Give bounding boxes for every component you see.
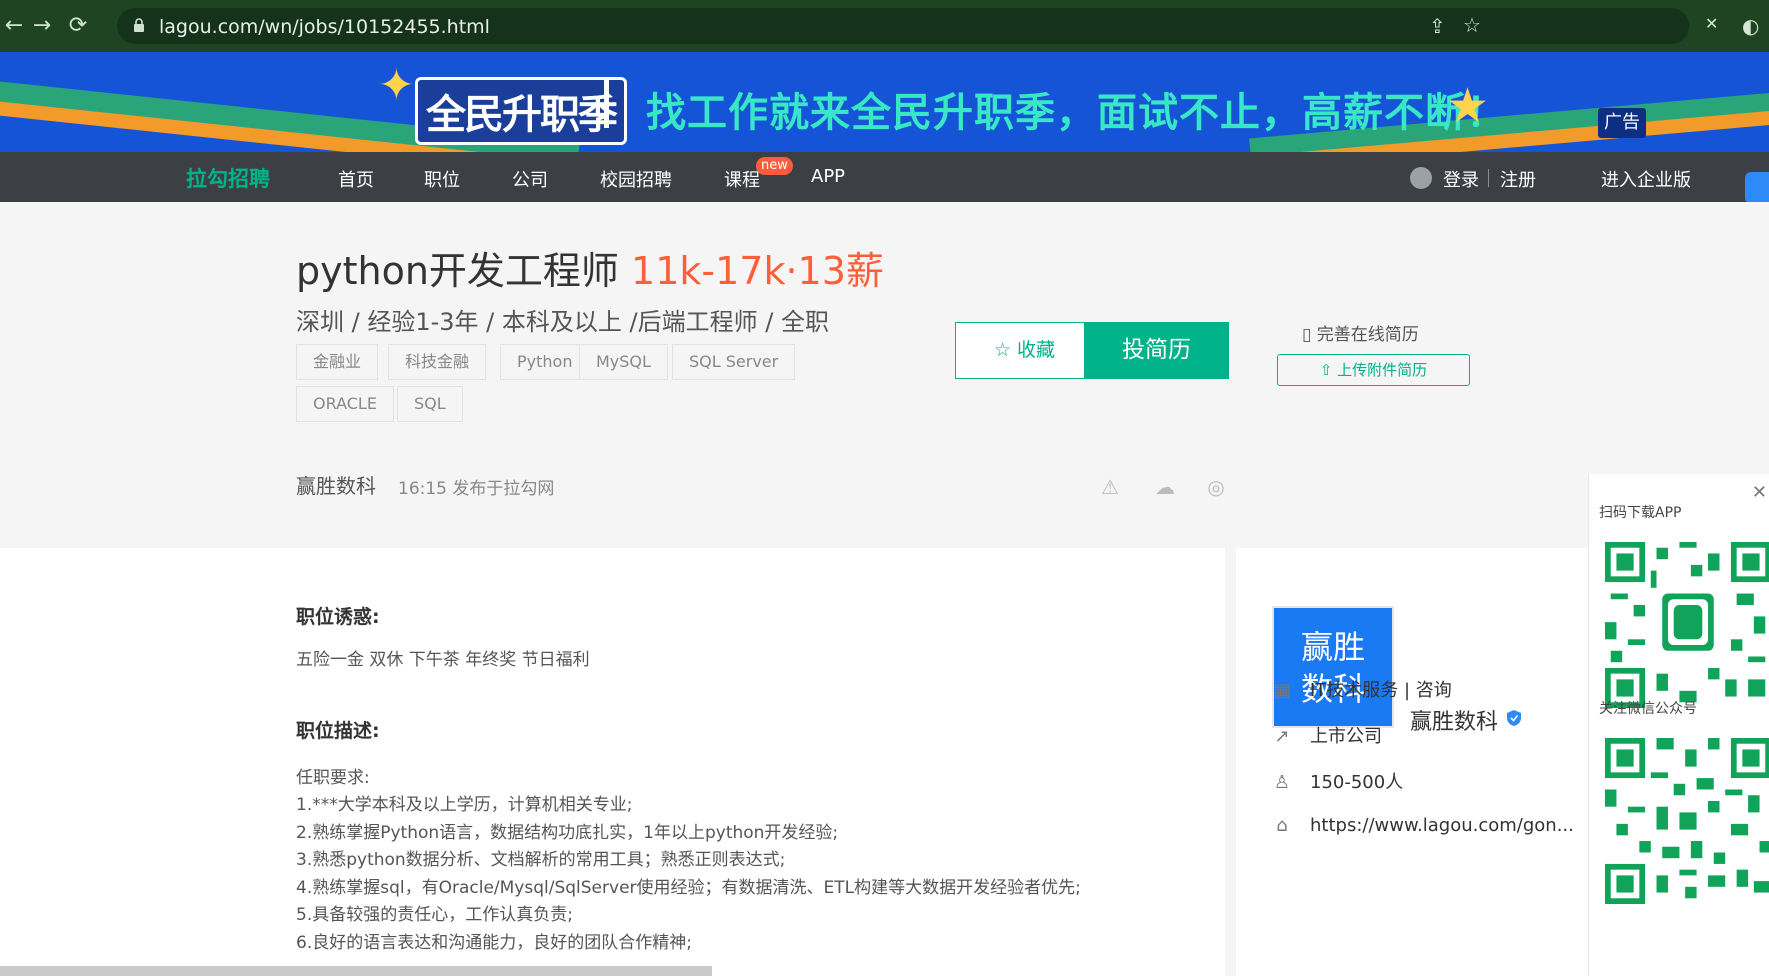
company-stage: ↗ 上市公司 xyxy=(1272,722,1382,748)
job-tag[interactable]: 科技金融 xyxy=(388,344,487,380)
description-line: 任职要求: xyxy=(296,768,370,788)
company-name[interactable]: 赢胜数科 xyxy=(1410,704,1498,736)
company-website-text: https://www.lagou.com/gon... xyxy=(1310,815,1574,836)
job-header: python开发工程师 11k-17k·13薪 深圳 / 经验1-3年 / 本科… xyxy=(0,202,1769,548)
company-industry: ▦ IT技术服务 | 咨询 xyxy=(1272,676,1452,702)
trend-chart-icon: ↗ xyxy=(1274,726,1290,747)
wechat-qr-code xyxy=(1605,738,1769,904)
extension-icon[interactable]: ✕ xyxy=(1705,14,1718,33)
wechat-qr-title: 关注微信公众号 xyxy=(1599,701,1697,717)
upload-resume-label: 上传附件简历 xyxy=(1337,361,1428,379)
banner-logo: 全民升职季 xyxy=(415,77,627,145)
publish-time: 16:15 发布于拉勾网 xyxy=(398,479,555,499)
app-qr-code xyxy=(1605,542,1769,708)
description-heading: 职位描述: xyxy=(296,720,380,742)
address-bar[interactable]: lagou.com/wn/jobs/10152455.html ⇪ ☆ xyxy=(117,8,1689,44)
grid-icon: ▦ xyxy=(1273,680,1291,701)
banner-divider xyxy=(604,80,609,128)
nav-item-jobs[interactable]: 职位 xyxy=(424,166,460,192)
upload-resume-button[interactable]: ⇧ 上传附件简历 xyxy=(1277,354,1470,386)
job-tag[interactable]: ORACLE xyxy=(296,386,394,422)
url-text: lagou.com/wn/jobs/10152455.html xyxy=(159,16,490,38)
register-link[interactable]: 注册 xyxy=(1500,166,1536,192)
site-nav: 拉勾招聘 首页 职位 公司 校园招聘 课程 new APP 登录 注册 进入企业… xyxy=(0,152,1769,204)
enterprise-link[interactable]: 进入企业版 xyxy=(1601,166,1691,192)
collect-button[interactable]: ☆ 收藏 xyxy=(955,322,1094,379)
browser-toolbar: ← → ⟳ lagou.com/wn/jobs/10152455.html ⇪ … xyxy=(0,0,1769,52)
company-size-text: 150-500人 xyxy=(1310,772,1404,793)
report-warning-icon[interactable]: ⚠ xyxy=(1097,475,1123,499)
nav-separator xyxy=(1488,169,1489,187)
share-page-icon[interactable]: ⇪ xyxy=(1429,14,1446,38)
forward-icon[interactable]: → xyxy=(28,12,56,40)
bookmark-star-icon[interactable]: ☆ xyxy=(1463,13,1481,37)
job-tag[interactable]: 金融业 xyxy=(296,344,379,380)
user-icon xyxy=(1410,167,1432,189)
upload-icon: ⇧ xyxy=(1319,361,1333,379)
star-icon: ★ xyxy=(1446,78,1490,134)
apply-button[interactable]: 投简历 xyxy=(1084,322,1229,379)
status-strip xyxy=(0,966,712,976)
column-gap xyxy=(1225,548,1236,976)
nav-item-companies[interactable]: 公司 xyxy=(512,166,548,192)
job-tag[interactable]: MySQL xyxy=(579,344,668,380)
description-line: 2.熟练掌握Python语言，数据结构功底扎实，1年以上python开发经验; xyxy=(296,823,839,843)
company-stage-text: 上市公司 xyxy=(1310,726,1382,747)
description-line: 4.熟练掌握sql，有Oracle/Mysql/SqlServer使用经验；有数… xyxy=(296,878,1081,898)
lock-icon xyxy=(134,18,144,32)
company-logo[interactable]: 赢胜 数科 xyxy=(1272,606,1394,728)
close-icon[interactable]: ✕ xyxy=(1752,482,1767,503)
document-icon: ▯ xyxy=(1302,325,1312,345)
banner-slogan: 找工作就来全民升职季，面试不止，高薪不断！ xyxy=(646,90,1507,136)
job-tag[interactable]: SQL Server xyxy=(672,344,796,380)
description-line: 3.熟悉python数据分析、文档解析的常用工具；熟悉正则表达式; xyxy=(296,850,786,870)
new-badge: new xyxy=(756,157,793,175)
ad-label: 广告 xyxy=(1598,108,1646,138)
verified-badge-icon xyxy=(1507,710,1521,726)
company-industry-text: IT技术服务 | 咨询 xyxy=(1310,680,1452,701)
star-outline-icon: ☆ xyxy=(993,339,1011,361)
job-salary: 11k-17k·13薪 xyxy=(631,249,884,293)
nav-item-courses[interactable]: 课程 xyxy=(724,166,760,192)
benefit-heading: 职位诱惑: xyxy=(296,606,380,628)
job-content: 职位诱惑: 五险一金 双休 下午茶 年终奖 节日福利 职位描述: 任职要求: 1… xyxy=(0,548,1225,976)
company-logo-line: 赢胜 xyxy=(1300,628,1365,666)
complete-resume-link[interactable]: ▯ 完善在线简历 xyxy=(1302,320,1419,345)
floating-link-icon[interactable] xyxy=(1745,172,1769,204)
description-line: 6.良好的语言表达和沟通能力，良好的团队合作精神; xyxy=(296,933,692,953)
qr-panel: ✕ 扫码下载APP 关注微信公众号 xyxy=(1588,474,1769,976)
description-line: 5.具备较强的责任心，工作认真负责; xyxy=(296,905,573,925)
nav-item-app[interactable]: APP xyxy=(811,166,845,187)
company-size: ♙ 150-500人 xyxy=(1272,768,1403,794)
benefit-text: 五险一金 双休 下午茶 年终奖 节日福利 xyxy=(296,650,590,670)
job-title: python开发工程师 11k-17k·13薪 xyxy=(296,240,884,295)
nav-item-campus[interactable]: 校园招聘 xyxy=(600,166,672,192)
site-logo[interactable]: 拉勾招聘 xyxy=(186,163,270,193)
company-website[interactable]: ⌂ https://www.lagou.com/gon... xyxy=(1272,815,1574,836)
nav-item-home[interactable]: 首页 xyxy=(338,166,374,192)
job-title-text: python开发工程师 xyxy=(296,249,619,293)
home-icon: ⌂ xyxy=(1276,815,1288,836)
app-qr-title: 扫码下载APP xyxy=(1599,505,1682,521)
page: ← → ⟳ lagou.com/wn/jobs/10152455.html ⇪ … xyxy=(0,0,1769,976)
back-icon[interactable]: ← xyxy=(0,12,28,40)
login-link[interactable]: 登录 xyxy=(1443,166,1479,192)
reload-icon[interactable]: ⟳ xyxy=(64,12,92,40)
ad-banner[interactable]: ✦ 全民升职季 找工作就来全民升职季，面试不止，高薪不断！ ★ 广告 xyxy=(0,52,1769,152)
person-icon: ♙ xyxy=(1273,772,1291,793)
complete-resume-label: 完善在线简历 xyxy=(1316,325,1419,345)
collect-label: 收藏 xyxy=(1017,339,1056,361)
company-name-small[interactable]: 赢胜数科 xyxy=(296,470,376,499)
star-icon: ✦ xyxy=(378,60,415,111)
description-line: 1.***大学本科及以上学历，计算机相关专业; xyxy=(296,795,633,815)
company-panel: 赢胜 数科 赢胜数科 ▦ IT技术服务 | 咨询 ↗ 上市公司 ♙ 150-500人 … xyxy=(1236,548,1588,976)
job-tag[interactable]: SQL xyxy=(397,386,463,422)
weibo-share-icon[interactable]: ◎ xyxy=(1203,475,1229,499)
job-subinfo: 深圳 / 经验1-3年 / 本科及以上 /后端工程师 / 全职 xyxy=(296,308,829,336)
job-tag[interactable]: Python xyxy=(500,344,590,380)
wechat-share-icon[interactable]: ☁ xyxy=(1152,475,1178,499)
profile-icon[interactable]: ◐ xyxy=(1742,14,1759,38)
